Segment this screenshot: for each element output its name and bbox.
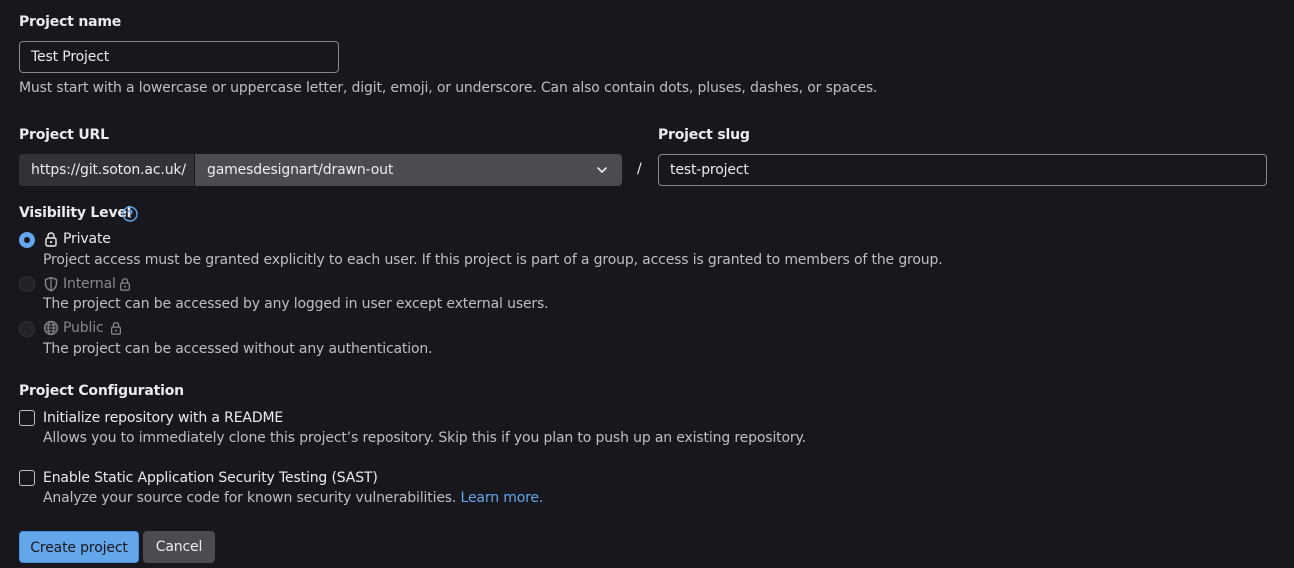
learn-more-link[interactable]: Learn more. <box>461 490 544 506</box>
readme-checkbox[interactable] <box>19 410 35 426</box>
new-project-form: Project name Test Project Must start wit… <box>0 0 1294 568</box>
readme-description: Allows you to immediately clone this pro… <box>43 430 806 446</box>
readme-label: Initialize repository with a README <box>43 410 284 426</box>
visibility-private-description: Project access must be granted explicitl… <box>43 252 943 268</box>
visibility-public-radio[interactable] <box>19 321 35 337</box>
visibility-internal-label: Internal <box>63 276 116 292</box>
visibility-public-description: The project can be accessed without any … <box>43 341 433 357</box>
sast-description-row: Analyze your source code for known secur… <box>43 490 543 506</box>
sast-label: Enable Static Application Security Testi… <box>43 470 378 486</box>
project-configuration-label: Project Configuration <box>19 383 184 399</box>
visibility-private-radio[interactable] <box>19 232 35 248</box>
visibility-internal-radio[interactable] <box>19 276 35 292</box>
project-name-label: Project name <box>19 14 122 30</box>
help-icon[interactable] <box>122 206 138 222</box>
lock-icon <box>43 231 59 247</box>
project-slug-input[interactable]: test-project <box>658 154 1267 186</box>
visibility-private-label: Private <box>63 231 111 247</box>
cancel-button[interactable]: Cancel <box>143 531 215 563</box>
project-slug-label: Project slug <box>658 127 750 143</box>
namespace-value: gamesdesignart/drawn-out <box>207 162 394 178</box>
shield-icon <box>43 276 59 292</box>
namespace-dropdown[interactable]: gamesdesignart/drawn-out <box>195 154 622 186</box>
project-name-help: Must start with a lowercase or uppercase… <box>19 80 878 96</box>
globe-icon <box>43 320 59 336</box>
project-url-prefix: https://git.soton.ac.uk/ <box>19 154 195 186</box>
sast-checkbox[interactable] <box>19 470 35 486</box>
url-separator: / <box>637 161 642 177</box>
create-project-button[interactable]: Create project <box>19 531 139 563</box>
project-name-input[interactable]: Test Project <box>19 41 339 73</box>
project-url-label: Project URL <box>19 127 109 143</box>
chevron-down-icon <box>596 165 608 175</box>
sast-description: Analyze your source code for known secur… <box>43 490 457 506</box>
visibility-internal-description: The project can be accessed by any logge… <box>43 296 549 312</box>
lock-icon <box>109 321 123 335</box>
visibility-public-label: Public <box>63 320 104 336</box>
lock-icon <box>118 277 132 291</box>
visibility-label: Visibility Level <box>19 205 132 221</box>
